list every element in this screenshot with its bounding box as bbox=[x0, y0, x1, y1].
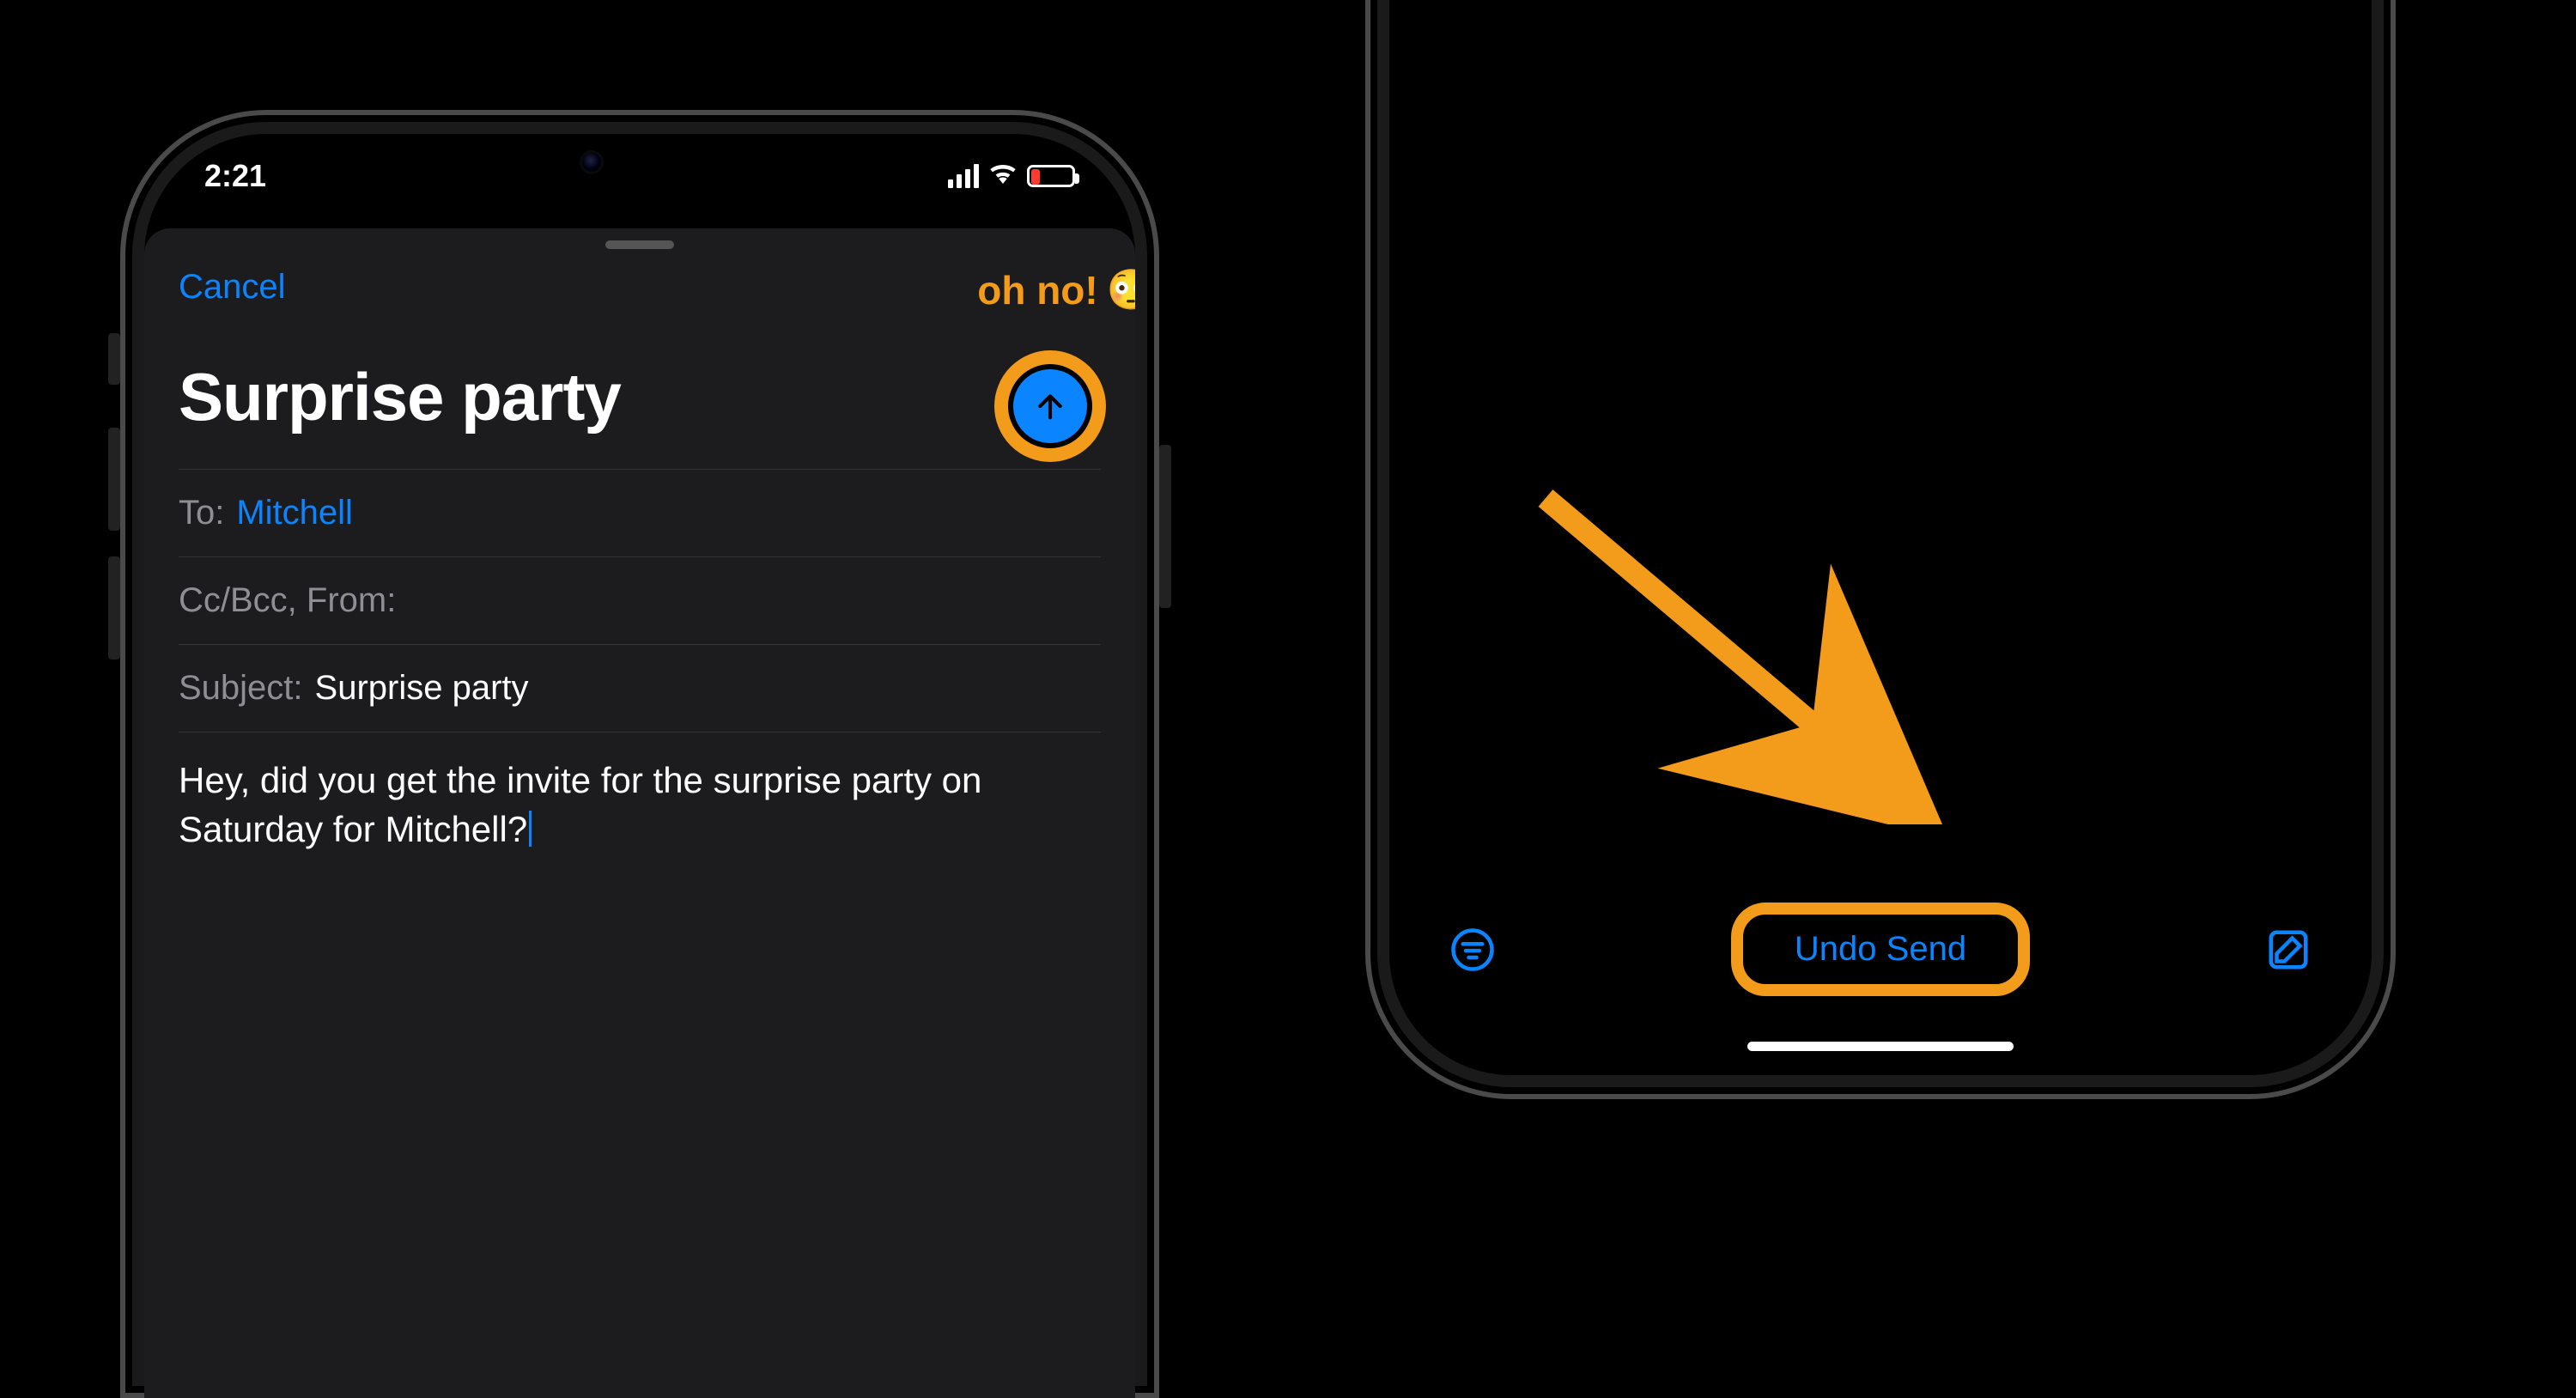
body-text: Hey, did you get the invite for the surp… bbox=[179, 760, 981, 849]
to-field-row[interactable]: To: Mitchell bbox=[179, 469, 1101, 556]
phone-frame: 2:21 Cancel oh no! bbox=[120, 110, 1159, 1398]
cancel-button[interactable]: Cancel bbox=[179, 268, 286, 307]
undo-send-button[interactable]: Undo Send bbox=[1765, 918, 1996, 981]
volume-down-button bbox=[108, 556, 120, 659]
email-body[interactable]: Hey, did you get the invite for the surp… bbox=[179, 732, 1101, 854]
compose-icon[interactable] bbox=[2265, 927, 2312, 973]
text-cursor bbox=[529, 811, 532, 847]
flushed-face-emoji: 😳 bbox=[1107, 266, 1135, 313]
send-button-highlight bbox=[994, 350, 1106, 462]
phone-compose-screenshot: 2:21 Cancel oh no! bbox=[120, 110, 1159, 1398]
battery-icon bbox=[1027, 165, 1075, 187]
status-time: 2:21 bbox=[204, 158, 266, 194]
compose-title: Surprise party bbox=[179, 358, 1101, 436]
cellular-signal-icon bbox=[948, 164, 979, 188]
mail-toolbar: Undo Send bbox=[1389, 903, 2372, 996]
notch bbox=[481, 134, 799, 187]
cc-bcc-from-label: Cc/Bcc, From: bbox=[179, 581, 396, 620]
volume-up-button bbox=[108, 428, 120, 531]
filter-icon[interactable] bbox=[1449, 927, 1496, 973]
phone-undo-screenshot: Undo Send bbox=[1365, 0, 2396, 1168]
subject-label: Subject: bbox=[179, 669, 303, 708]
subject-value[interactable]: Surprise party bbox=[315, 669, 529, 708]
send-button[interactable] bbox=[1013, 369, 1087, 443]
wifi-icon bbox=[989, 161, 1017, 191]
sheet-grabber[interactable] bbox=[605, 240, 674, 249]
home-indicator[interactable] bbox=[1747, 1042, 2014, 1051]
cc-bcc-from-row[interactable]: Cc/Bcc, From: bbox=[179, 556, 1101, 644]
power-button bbox=[1159, 445, 1171, 608]
phone-screen: 2:21 Cancel oh no! bbox=[144, 134, 1135, 1398]
annotation-arrow bbox=[1511, 481, 1958, 824]
compose-sheet: Cancel oh no! 😳 Surprise par bbox=[144, 228, 1135, 1398]
to-label: To: bbox=[179, 494, 224, 532]
callout-text: oh no! bbox=[977, 267, 1098, 313]
to-recipient[interactable]: Mitchell bbox=[236, 494, 353, 532]
annotation-callout: oh no! 😳 bbox=[977, 266, 1135, 313]
undo-send-highlight: Undo Send bbox=[1731, 903, 2030, 996]
mute-switch bbox=[108, 333, 120, 385]
subject-row[interactable]: Subject: Surprise party bbox=[179, 644, 1101, 732]
arrow-up-icon bbox=[1033, 389, 1067, 423]
